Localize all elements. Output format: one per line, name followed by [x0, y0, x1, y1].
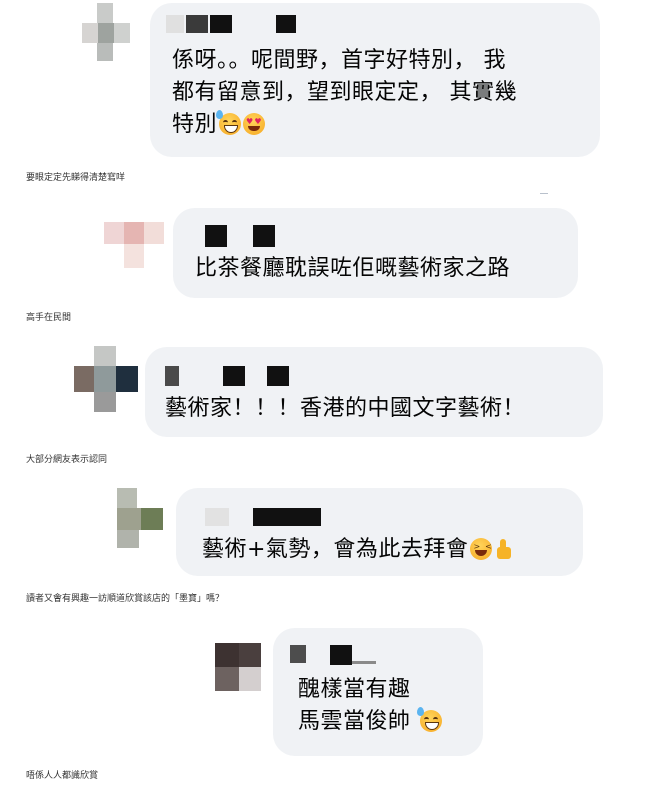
caption: 讀者又會有興趣一訪順道欣賞該店的「墨寶」嗎？	[26, 594, 225, 604]
comment-text: 係呀。。呢間野，首字好特別， 我 都有留意到，望到眼定定， 其實幾 特別 ♥ ♥	[172, 45, 517, 141]
commenter-name-redacted[interactable]	[165, 366, 305, 386]
comment-text-line: 藝術+氣勢，會為此去拜會	[202, 537, 469, 562]
commenter-name-redacted[interactable]	[290, 645, 380, 667]
avatar-pixelated[interactable]	[104, 222, 166, 274]
avatar-pixelated[interactable]	[82, 3, 150, 63]
commenter-name-redacted[interactable]	[205, 225, 285, 249]
caption: 大部分網友表示認同	[26, 455, 108, 465]
avatar-pixelated[interactable]	[215, 643, 263, 693]
separator-mark	[540, 193, 548, 197]
grinning-sweat-emoji	[216, 110, 242, 135]
comment-text-line: 特別	[172, 112, 218, 137]
comment-text: 藝術家！！！香港的中國文字藝術！	[165, 396, 526, 421]
comment-text-line: 醜樣當有趣	[298, 677, 411, 702]
commenter-name-redacted[interactable]	[205, 506, 325, 526]
heart-eyes-emoji: ♥ ♥	[243, 113, 266, 135]
comment-text-line: 係呀。。呢間野，首字好特別， 我	[172, 48, 506, 73]
comment-text: 藝術+氣勢，會為此去拜會 ><	[202, 534, 516, 566]
avatar-pixelated[interactable]	[117, 488, 167, 550]
comment-text-line: 馬雲當俊帥	[298, 709, 411, 734]
laughing-emoji: ><	[470, 538, 493, 560]
commenter-name-redacted[interactable]	[166, 14, 306, 36]
comment-text: 醜樣當有趣 馬雲當俊帥	[298, 674, 443, 738]
caption: 高手在民間	[26, 313, 72, 323]
comment-text: 比茶餐廳耽誤咗佢嘅藝術家之路	[195, 256, 511, 281]
avatar-pixelated[interactable]	[74, 346, 140, 414]
grinning-sweat-emoji	[417, 707, 443, 732]
caption: 要眼定定先睇得清楚寫咩	[26, 173, 126, 183]
thumbs-up-emoji	[494, 538, 516, 560]
caption: 唔係人人都識欣賞	[26, 771, 99, 781]
comment-text-line: 都有留意到，望到眼定定， 其實幾	[172, 80, 517, 105]
